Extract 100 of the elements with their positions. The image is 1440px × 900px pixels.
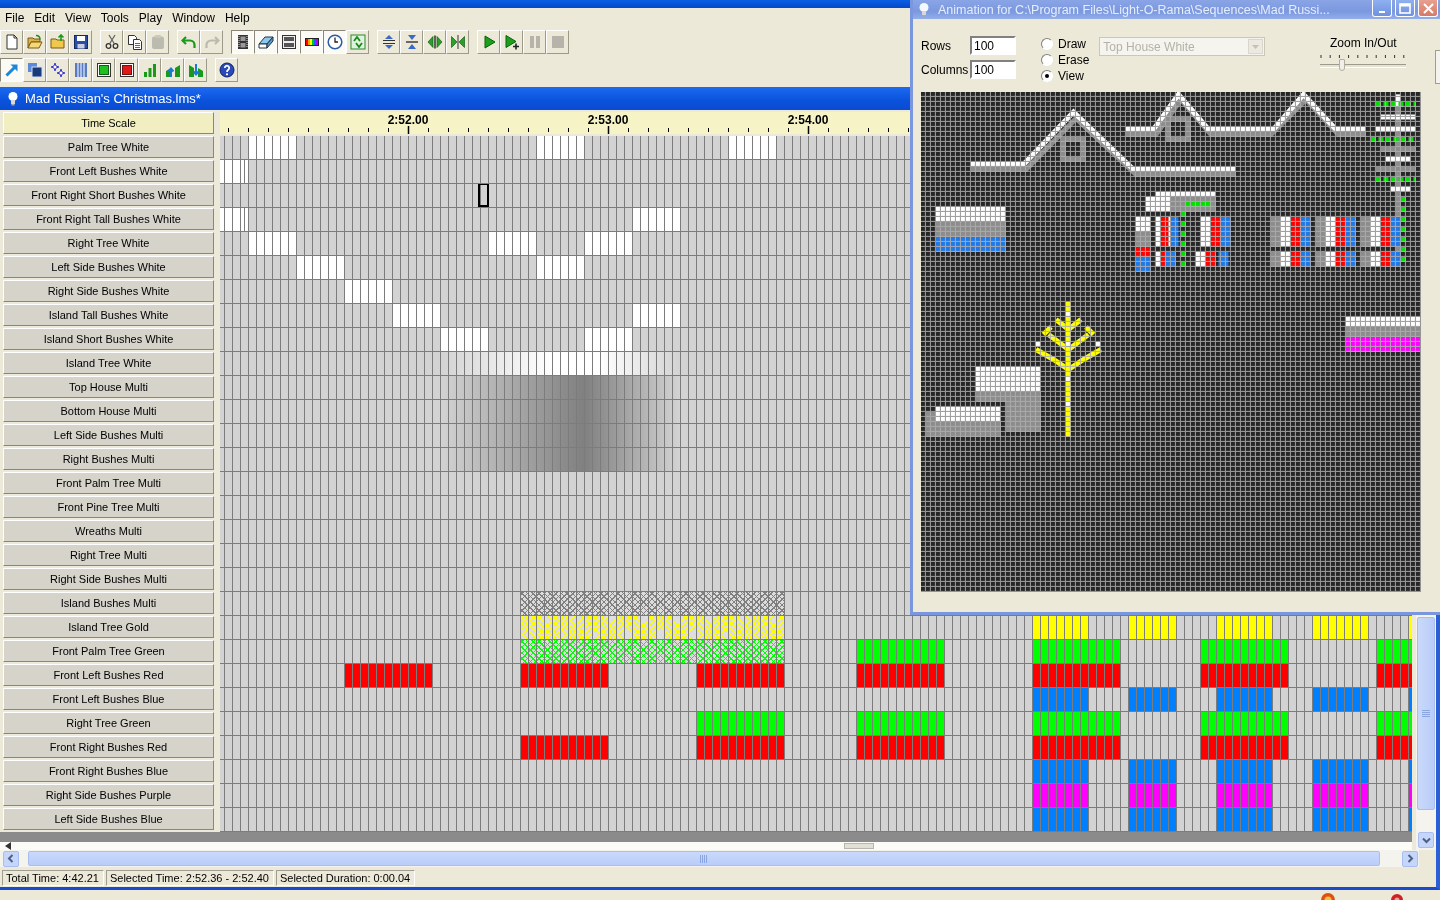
channel-label[interactable]: Right Bushes Multi [3,448,214,470]
bar-chart-button[interactable] [138,58,161,82]
menu-item[interactable]: Help [219,10,255,26]
eraser-button[interactable] [254,30,277,54]
menu-item[interactable]: Window [167,10,220,26]
blank-page-icon [3,34,20,50]
channel-label[interactable]: Bottom House Multi [3,400,214,422]
scroll-thumb[interactable] [844,843,874,849]
scissors-icon [103,34,120,50]
stacked-squares-button[interactable] [23,58,46,82]
framed-square-button[interactable] [115,58,138,82]
channel-label[interactable]: Top House Multi [3,376,214,398]
scroll-down-button[interactable] [1418,832,1434,848]
channel-label[interactable]: Front Right Short Bushes White [3,184,214,206]
expand-rows-button[interactable] [377,30,400,54]
collapse-rows-button[interactable] [400,30,423,54]
undo-arrow-button[interactable] [177,30,200,54]
channel-label[interactable]: Right Side Bushes White [3,280,214,302]
scrollbar-corner [1419,850,1436,867]
framed-square-icon [118,62,135,78]
channel-label[interactable]: Front Left Bushes Blue [3,688,214,710]
status-text: Selected Duration: 0:00.04 [275,870,416,886]
channel-label[interactable]: Front Right Bushes Blue [3,760,214,782]
folder-arrow-button[interactable] [46,30,69,54]
scroll-right-button[interactable] [1402,850,1418,867]
arrows-inward-button[interactable] [446,30,469,54]
channel-label[interactable]: Right Side Bushes Purple [3,784,214,806]
partial-button[interactable] [1435,50,1440,84]
scrollbar-track[interactable] [0,842,1412,850]
framed-square-button[interactable] [92,58,115,82]
channel-label[interactable]: Front Right Tall Bushes White [3,208,214,230]
minimize-button[interactable] [1372,0,1392,17]
channel-label[interactable]: Right Side Bushes Multi [3,568,214,590]
radio-label[interactable]: Erase [1058,53,1090,67]
chevron-down-icon [1421,836,1431,844]
menu-item[interactable]: File [0,10,30,26]
radio-button[interactable] [1041,70,1053,82]
channel-label[interactable]: Wreaths Multi [3,520,214,542]
channel-label[interactable]: Right Tree Green [3,712,214,734]
open-folder-button[interactable] [23,30,46,54]
channel-label[interactable]: Right Tree White [3,232,214,254]
menu-item[interactable]: Edit [29,10,61,26]
play-plus-button[interactable] [500,30,523,54]
channel-label[interactable]: Left Side Bushes Blue [3,808,214,830]
channel-label[interactable]: Palm Tree White [3,136,214,158]
close-button[interactable] [1418,0,1438,17]
channel-label[interactable]: Front Right Bushes Red [3,736,214,758]
scroll-thumb[interactable] [1417,617,1435,810]
animation-grid[interactable] [921,92,1421,592]
number-field[interactable]: 100 [970,60,1016,79]
channel-label[interactable]: Front Palm Tree Multi [3,472,214,494]
channel-label[interactable]: Front Left Bushes Red [3,664,214,686]
scissors-button[interactable] [100,30,123,54]
channel-label[interactable]: Front Palm Tree Green [3,640,214,662]
chevron-right-icon [1406,854,1414,863]
grip-icon [1422,710,1430,717]
radio-button[interactable] [1041,38,1053,50]
radio-button[interactable] [1041,54,1053,66]
channel-label[interactable]: Island Tall Bushes White [3,304,214,326]
channel-label[interactable]: Island Short Bushes White [3,328,214,350]
copy-pages-button[interactable] [123,30,146,54]
channel-label[interactable]: Front Pine Tree Multi [3,496,214,518]
radio-label[interactable]: View [1058,69,1084,83]
two-bars-button[interactable] [277,30,300,54]
channel-label[interactable]: Island Bushes Multi [3,592,214,614]
up-arrow-bars-button[interactable] [161,58,184,82]
sparkle-button[interactable] [46,58,69,82]
slider-label: Zoom In/Out [1330,36,1397,50]
scrollbar-track[interactable] [1416,615,1436,850]
channel-label[interactable]: Left Side Bushes Multi [3,424,214,446]
maximize-button[interactable] [1395,0,1415,17]
time-tick-label: 2:54.00 [787,114,829,127]
left-arrow-icon[interactable] [5,842,11,850]
scroll-left-button[interactable] [3,850,19,867]
light-bulb-icon [7,91,19,106]
channel-label[interactable]: Right Tree Multi [3,544,214,566]
slider-thumb[interactable] [1338,59,1345,71]
film-strip-button[interactable] [231,30,254,54]
radio-label[interactable]: Draw [1058,37,1086,51]
menu-item[interactable]: Play [133,10,168,26]
channel-label[interactable]: Island Tree White [3,352,214,374]
arrows-inward-icon [449,34,466,50]
window-outline-drawing [1061,137,1086,162]
number-field[interactable]: 100 [970,36,1016,55]
channel-label[interactable]: Left Side Bushes White [3,256,214,278]
up-down-arrows-button[interactable] [346,30,369,54]
arrows-outward-button[interactable] [423,30,446,54]
pointer-arrow-button[interactable] [0,58,23,82]
channel-label[interactable]: Island Tree Gold [3,616,214,638]
clock-button[interactable] [323,30,346,54]
stripes-button[interactable] [69,58,92,82]
collapse-rows-icon [403,34,420,50]
help-button[interactable] [215,58,238,82]
floppy-disk-button[interactable] [69,30,92,54]
play-button[interactable] [477,30,500,54]
menu-item[interactable]: View [60,10,96,26]
menu-item[interactable]: Tools [95,10,134,26]
channel-label[interactable]: Front Left Bushes White [3,160,214,182]
down-arrow-bars-button[interactable] [184,58,207,82]
color-spectrum-button[interactable] [300,30,323,54]
